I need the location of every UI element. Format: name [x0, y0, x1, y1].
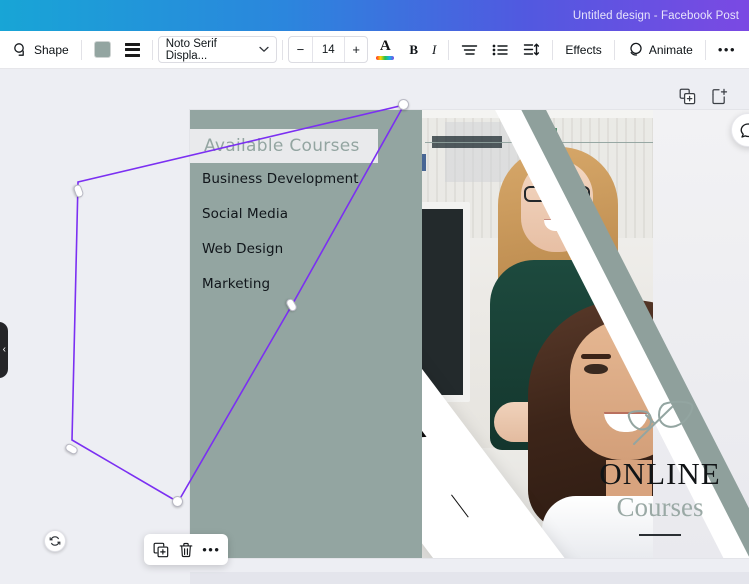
available-courses-heading: Available Courses [204, 136, 360, 156]
text-color-bar [376, 55, 395, 60]
animate-label: Animate [648, 42, 693, 57]
document-title: Untitled design - Facebook Post [572, 9, 739, 22]
shape-icon [13, 42, 29, 58]
text-color-letter: A [379, 37, 391, 54]
selection-handle-top[interactable] [398, 99, 409, 110]
font-family-value: Noto Serif Displa... [165, 37, 217, 62]
toolbar-divider [552, 39, 554, 60]
font-family-select[interactable]: Noto Serif Displa... [157, 36, 278, 63]
animate-icon [627, 42, 644, 58]
band-dash-bottom [450, 494, 469, 518]
bold-button[interactable]: B [402, 36, 425, 64]
shape-button[interactable]: Shape [6, 36, 76, 64]
chevron-down-icon [259, 46, 269, 53]
next-page-preview[interactable] [190, 572, 749, 584]
list-item[interactable]: Business Development [202, 171, 422, 187]
selection-handle-bottom[interactable] [172, 496, 183, 507]
available-courses-heading-band[interactable]: Available Courses [190, 129, 378, 163]
italic-button[interactable]: I [425, 36, 443, 64]
canva-editor-window: Untitled design - Facebook Post Shape No… [0, 0, 749, 584]
animate-button[interactable]: Animate [620, 36, 700, 64]
element-context-toolbar: ••• [144, 534, 228, 565]
design-canvas-page[interactable]: JOIN TODAY www.reallygreatsite.com ONLIN… [190, 110, 749, 558]
duplicate-icon [153, 542, 168, 557]
toolbar-divider [613, 39, 615, 60]
selection-handle-left-lower[interactable] [63, 442, 80, 456]
more-toolbar-options-button[interactable]: ••• [711, 36, 743, 64]
text-color-button[interactable]: A [368, 36, 402, 64]
page-tools [678, 87, 728, 105]
chevron-left-icon: ‹ [2, 344, 6, 355]
toolbar-divider [80, 39, 82, 60]
editor-workspace: JOIN TODAY www.reallygreatsite.com ONLIN… [0, 69, 749, 584]
color-swatch [93, 41, 111, 58]
title-bar: Untitled design - Facebook Post [0, 0, 749, 31]
text-toolbar: Shape Noto Serif Displa... − 14 + A B I … [0, 31, 749, 69]
more-element-options-button[interactable]: ••• [200, 538, 222, 562]
bullet-list-button[interactable] [485, 36, 516, 64]
list-item[interactable]: Marketing [202, 276, 422, 292]
online-title: ONLINE [599, 456, 721, 492]
selection-handle-left-upper[interactable] [72, 183, 85, 199]
photo-person-two-brow-left [581, 354, 611, 359]
duplicate-page-icon[interactable] [678, 87, 696, 105]
online-courses-block[interactable]: ONLINE Courses [575, 398, 745, 536]
bullet-list-icon [492, 43, 509, 57]
toolbar-divider [704, 39, 706, 60]
photo-person-two-eye-left [584, 364, 608, 374]
list-item[interactable]: Web Design [202, 241, 422, 257]
effects-button[interactable]: Effects [558, 36, 608, 64]
list-item[interactable]: Social Media [202, 206, 422, 222]
footer-underline [639, 534, 681, 536]
available-courses-panel[interactable]: Available Courses Business Development S… [190, 110, 422, 558]
font-size-stepper: − 14 + [288, 36, 369, 63]
course-list: Business Development Social Media Web De… [202, 171, 422, 311]
font-size-input[interactable]: 14 [311, 37, 345, 62]
comment-icon [740, 122, 749, 138]
add-page-icon[interactable] [710, 87, 728, 105]
line-spacing-icon [523, 42, 540, 57]
text-align-button[interactable] [454, 36, 485, 64]
line-spacing-button[interactable] [516, 36, 547, 64]
font-size-decrease-button[interactable]: − [289, 37, 311, 62]
toolbar-divider [282, 39, 284, 60]
align-center-icon [461, 43, 478, 57]
toolbar-divider [151, 39, 153, 60]
design-artwork: JOIN TODAY www.reallygreatsite.com ONLIN… [190, 110, 749, 558]
border-style-button[interactable] [118, 36, 147, 64]
delete-element-button[interactable] [175, 538, 197, 562]
toolbar-divider [448, 39, 450, 60]
leaf-icon [627, 401, 694, 446]
duplicate-element-button[interactable] [150, 538, 172, 562]
rotate-icon [49, 536, 61, 546]
text-color-icon: A [375, 37, 395, 60]
panel-collapse-handle[interactable]: ‹ [0, 322, 8, 378]
border-style-icon [124, 42, 140, 57]
shape-label: Shape [34, 42, 69, 57]
rotate-handle[interactable] [44, 530, 66, 552]
fill-color-button[interactable] [87, 36, 118, 64]
courses-subtitle: Courses [616, 492, 704, 523]
font-size-increase-button[interactable]: + [345, 37, 367, 62]
